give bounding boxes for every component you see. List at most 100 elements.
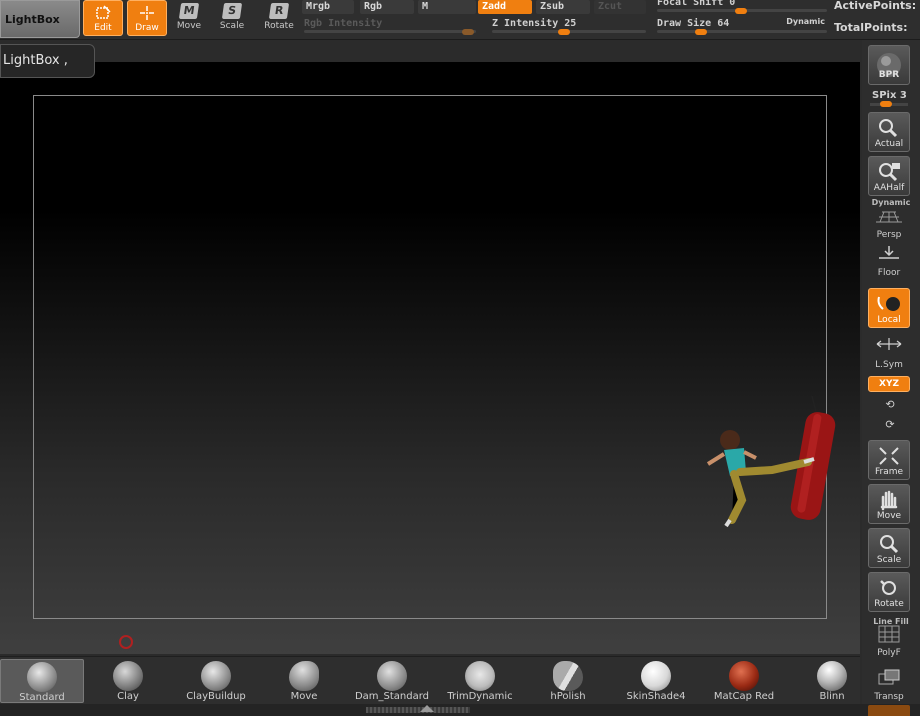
z-intensity-slider[interactable]: Z Intensity 25 — [492, 17, 646, 35]
edit-button[interactable]: Edit — [83, 0, 123, 36]
rotate-view-icon — [880, 580, 896, 595]
brush-matcap-red-wax[interactable]: MatCap Red Wax — [702, 659, 786, 714]
rgb-intensity-label: Rgb Intensity — [304, 18, 383, 29]
rgb-button[interactable]: Rgb — [360, 0, 414, 14]
frame-button[interactable]: Frame — [868, 440, 910, 480]
frame-label: Frame — [874, 467, 904, 477]
xyz-button[interactable]: XYZ — [868, 376, 910, 392]
floor-button[interactable]: Floor — [868, 240, 910, 280]
brush-hpolish[interactable]: hPolish — [526, 659, 610, 703]
actual-button[interactable]: Actual — [868, 112, 910, 152]
rotate-tool-button[interactable]: R Rotate — [259, 0, 299, 36]
zcut-button[interactable]: Zcut — [594, 0, 646, 14]
bpr-button[interactable]: BPR — [868, 45, 910, 85]
focal-shift-knob[interactable] — [735, 8, 747, 14]
scale-tool-label: Scale — [219, 21, 245, 31]
mrgb-button[interactable]: Mrgb — [302, 0, 354, 14]
character-model[interactable] — [700, 392, 850, 530]
lightbox-tab-label: LightBox , — [3, 53, 68, 68]
aahalf-label: AAHalf — [873, 183, 905, 193]
brush-skinshade4[interactable]: SkinShade4 — [614, 659, 698, 703]
brush-label: ClayBuildup — [186, 691, 246, 702]
persp-button[interactable]: Persp — [868, 202, 910, 242]
rgb-intensity-slider[interactable]: Rgb Intensity — [304, 17, 476, 35]
transp-label: Transp — [874, 692, 904, 702]
zoom-actual-icon — [879, 119, 898, 138]
rgb-label: Rgb — [364, 1, 383, 12]
draw-size-slider[interactable]: Draw Size 64 Dynamic — [657, 17, 827, 35]
move-view-label: Move — [876, 511, 902, 521]
move-view-button[interactable]: Move — [868, 484, 910, 524]
lsym-label: L.Sym — [875, 360, 903, 370]
brush-shelf: Standard Clay ClayBuildup Move Dam_Stand… — [0, 656, 860, 714]
draw-button[interactable]: Draw — [127, 0, 167, 36]
brush-label: Clay — [117, 691, 139, 702]
document-canvas[interactable] — [0, 62, 860, 654]
brush-label: Standard — [19, 692, 65, 703]
dynamic-label[interactable]: Dynamic — [786, 17, 825, 26]
local-button[interactable]: Local — [868, 288, 910, 328]
floor-icon — [879, 246, 899, 259]
move-icon: M — [178, 3, 200, 19]
brush-cursor-icon — [119, 635, 133, 649]
draw-label: Draw — [135, 23, 159, 33]
document-frame — [33, 95, 827, 619]
rgb-intensity-knob[interactable] — [462, 29, 474, 35]
local-icon — [877, 296, 900, 311]
brush-claybuildup[interactable]: ClayBuildup — [174, 659, 258, 703]
move-brush-icon — [289, 661, 319, 691]
lightbox-button[interactable]: LightBox — [0, 0, 80, 38]
brush-label: SkinShade4 — [626, 691, 686, 702]
color-swatch-strip[interactable] — [868, 705, 910, 716]
standard-brush-icon — [27, 662, 57, 692]
hand-icon — [880, 490, 898, 511]
active-points-label: ActivePoints: — [834, 0, 917, 12]
bpr-label: BPR — [878, 70, 900, 80]
spix-label: SPix 3 — [872, 90, 907, 101]
move-tool-label: Move — [176, 21, 202, 31]
skinshade4-material-icon — [641, 661, 671, 691]
transp-button[interactable]: Transp — [868, 664, 910, 704]
zsub-button[interactable]: Zsub — [536, 0, 590, 14]
rotate-z-icon[interactable]: ⟳ — [882, 418, 898, 432]
z-intensity-knob[interactable] — [558, 29, 570, 35]
right-shelf: BPR SPix 3 Actual AAHalf Dynamic Persp F… — [862, 40, 920, 716]
scale-view-button[interactable]: Scale — [868, 528, 910, 568]
magnifier-icon — [880, 535, 899, 554]
m-label: M — [422, 1, 429, 12]
bottom-tray-grip[interactable] — [366, 707, 470, 713]
matcap-red-wax-material-icon — [729, 661, 759, 691]
zadd-button[interactable]: Zadd — [478, 0, 532, 14]
brush-trimdynamic[interactable]: TrimDynamic — [438, 659, 522, 703]
edit-icon — [96, 5, 111, 19]
rotate-tool-label: Rotate — [264, 21, 294, 31]
scale-tool-button[interactable]: S Scale — [212, 0, 252, 36]
dam-standard-brush-icon — [377, 661, 407, 691]
chevron-up-icon[interactable] — [420, 705, 434, 712]
m-button[interactable]: M — [418, 0, 476, 14]
brush-clay[interactable]: Clay — [86, 659, 170, 703]
brush-standard[interactable]: Standard — [0, 659, 84, 703]
spix-knob[interactable] — [880, 101, 892, 107]
symmetry-icon — [876, 338, 902, 350]
lightbox-tab[interactable]: LightBox , — [0, 44, 95, 78]
zadd-label: Zadd — [482, 1, 507, 12]
brush-dam-standard[interactable]: Dam_Standard — [350, 659, 434, 703]
scale-view-label: Scale — [876, 555, 902, 565]
draw-size-knob[interactable] — [695, 29, 707, 35]
aahalf-button[interactable]: AAHalf — [868, 156, 910, 196]
brush-blinn[interactable]: Blinn — [790, 659, 874, 703]
rotate-view-button[interactable]: Rotate — [868, 572, 910, 612]
edit-label: Edit — [94, 23, 112, 33]
move-tool-button[interactable]: M Move — [169, 0, 209, 36]
polyf-button[interactable]: PolyF — [868, 620, 910, 660]
clay-brush-icon — [113, 661, 143, 691]
mrgb-label: Mrgb — [306, 1, 331, 12]
lsym-button[interactable]: L.Sym — [868, 332, 910, 372]
focal-shift-slider[interactable]: Focal Shift 0 — [657, 0, 827, 14]
brush-move[interactable]: Move — [262, 659, 346, 703]
brush-label: Blinn — [819, 691, 845, 702]
transparency-icon — [878, 669, 900, 685]
rotate-y-icon[interactable]: ⟲ — [882, 398, 898, 412]
claybuildup-brush-icon — [201, 661, 231, 691]
